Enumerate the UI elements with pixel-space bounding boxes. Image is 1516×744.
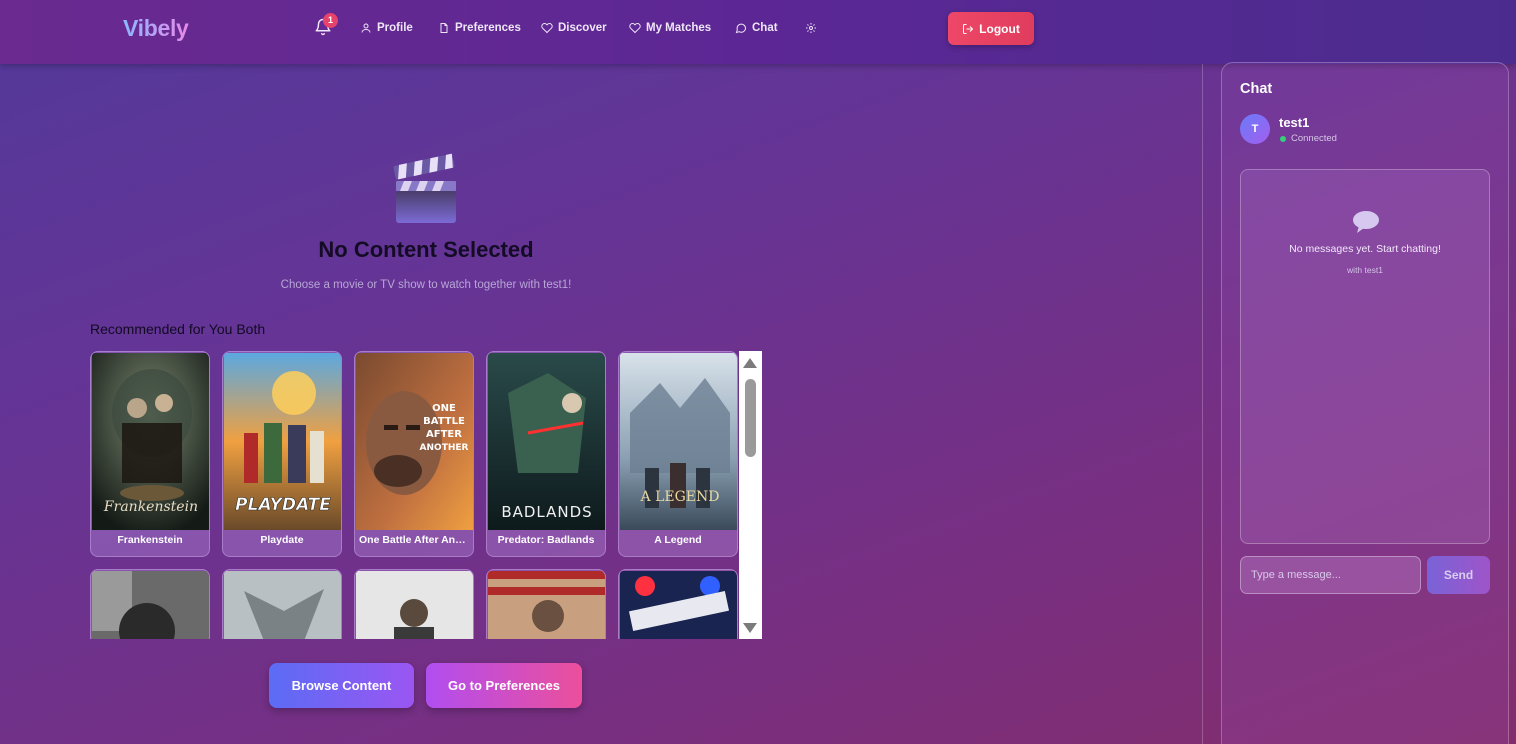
poster-image [620,571,737,639]
content-card-predator-badlands[interactable]: BADLANDS Predator: Badlands [486,351,606,557]
clapperboard-icon [393,153,456,223]
logout-icon [963,23,974,34]
svg-text:BADLANDS: BADLANDS [501,503,592,521]
poster-image [224,571,341,639]
speech-bubble-icon [1353,211,1379,233]
content-card[interactable] [354,569,474,639]
recommended-heading: Recommended for You Both [90,321,266,337]
nav-my-matches[interactable]: My Matches [629,19,711,37]
svg-text:PLAYDATE: PLAYDATE [235,495,331,515]
message-list: No messages yet. Start chatting! with te… [1240,169,1490,544]
notification-badge: 1 [323,13,338,28]
content-card[interactable] [486,569,606,639]
card-title: Playdate [260,534,304,546]
message-input[interactable] [1240,556,1421,594]
chat-title: Chat [1240,81,1273,97]
card-title: Frankenstein [117,534,183,546]
heart-icon [541,22,553,34]
poster-image [92,571,209,639]
nav-chat[interactable]: Chat [735,19,778,37]
content-card-one-battle-after-another[interactable]: ONE BATTLE AFTER ANOTHER One Battle Afte… [354,351,474,557]
poster-image: A LEGEND [620,353,737,530]
chat-bubble-icon [735,23,747,34]
logout-button[interactable]: Logout [948,12,1034,45]
user-icon [361,23,371,33]
logout-label: Logout [979,21,1020,36]
panel-divider [1202,64,1203,744]
nav-settings[interactable] [805,19,822,37]
nav-profile-label: Profile [377,22,413,34]
card-title: One Battle After Another [359,534,469,546]
content-card-frankenstein[interactable]: Frankenstein Frankenstein [90,351,210,557]
svg-text:BATTLE: BATTLE [423,416,465,427]
nav-profile[interactable]: Profile [360,19,413,37]
nav-my-matches-label: My Matches [646,22,712,34]
poster-image: BADLANDS [488,353,605,530]
send-button[interactable]: Send [1427,556,1490,594]
svg-text:A LEGEND: A LEGEND [640,489,720,505]
nav-chat-label: Chat [752,22,778,34]
status-dot-icon [1280,136,1286,142]
go-to-preferences-button[interactable]: Go to Preferences [426,663,582,708]
poster-image: PLAYDATE [224,353,341,530]
page-title: No Content Selected [318,237,534,262]
avatar: T [1240,114,1270,144]
content-card[interactable] [222,569,342,639]
poster-image: Frankenstein [92,353,209,530]
svg-text:Frankenstein: Frankenstein [103,499,198,515]
chat-panel: Chat T test1 Connected No messages yet. … [1221,62,1509,744]
heart-icon [629,22,641,34]
connection-status: Connected [1291,133,1337,144]
poster-image [356,571,473,639]
content-card-playdate[interactable]: PLAYDATE Playdate [222,351,342,557]
nav-preferences[interactable]: Preferences [438,19,521,37]
poster-image [488,571,605,639]
app-logo[interactable]: Vibely [123,15,189,42]
content-card[interactable] [90,569,210,639]
recommendations-grid: Frankenstein Frankenstein PLAYDATE Playd… [90,351,762,639]
svg-text:AFTER: AFTER [426,429,462,440]
poster-image: ONE BATTLE AFTER ANOTHER [356,353,473,530]
scrollbar-thumb[interactable] [745,379,756,457]
content-card-a-legend[interactable]: A LEGEND A Legend [618,351,738,557]
top-navbar: Vibely 1 Profile Preferences Discover My… [0,0,1516,64]
card-title: Predator: Badlands [497,534,595,546]
content-card[interactable] [618,569,738,639]
scroll-down-arrow-icon[interactable] [743,623,757,633]
svg-text:ANOTHER: ANOTHER [420,443,469,453]
document-icon [440,23,448,33]
nav-preferences-label: Preferences [455,22,521,34]
page-subtitle: Choose a movie or TV show to watch toget… [280,279,572,291]
chat-user-name: test1 [1279,115,1310,130]
scroll-up-arrow-icon[interactable] [743,358,757,368]
svg-text:ONE: ONE [432,403,456,414]
card-title: A Legend [654,534,702,546]
nav-discover[interactable]: Discover [541,19,607,37]
empty-state-text: No messages yet. Start chatting! [1289,243,1441,255]
nav-discover-label: Discover [558,22,607,34]
empty-state-subtext: with test1 [1347,265,1383,275]
recommendations-scrollbar[interactable] [739,351,762,639]
gear-icon [806,23,816,33]
browse-content-button[interactable]: Browse Content [269,663,414,708]
